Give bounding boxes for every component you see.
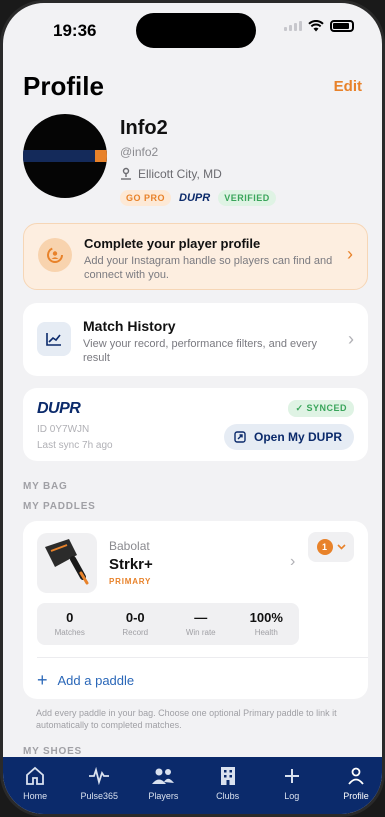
add-paddle-button[interactable]: + Add a paddle	[37, 670, 134, 691]
signal-icon	[284, 21, 302, 31]
complete-profile-title: Complete your player profile	[84, 236, 261, 251]
external-link-icon	[234, 431, 246, 443]
my-shoes-label: MY SHOES	[23, 746, 83, 757]
stat-health: 100% Health	[249, 610, 283, 637]
wifi-icon	[308, 20, 324, 32]
open-dupr-button[interactable]: Open My DUPR	[223, 424, 354, 450]
dupr-id: ID 0Y7WJN	[37, 424, 90, 435]
stat-record: 0-0 Record	[122, 610, 149, 637]
dupr-logo: DUPR	[37, 400, 81, 417]
chevron-right-icon: ›	[347, 244, 353, 264]
paddle-stats: 0 Matches 0-0 Record — Win rate 100% Hea…	[37, 603, 299, 645]
profile-location: Ellicott City, MD	[120, 167, 222, 181]
dupr-badge: DUPR	[179, 192, 211, 204]
chevron-down-icon	[336, 544, 346, 550]
open-dupr-label: Open My DUPR	[253, 430, 342, 444]
my-paddles-label: MY PADDLES	[23, 501, 96, 512]
building-icon	[216, 765, 240, 787]
profile-badges: GO PRO DUPR VERIFIED	[120, 190, 276, 206]
tab-players[interactable]: Players	[131, 757, 195, 814]
paddle-primary-tag: PRIMARY	[109, 577, 152, 586]
avatar[interactable]	[23, 114, 107, 198]
page-title: Profile	[23, 71, 104, 101]
person-icon	[344, 765, 368, 787]
home-icon	[23, 765, 47, 787]
divider	[37, 657, 368, 658]
add-paddle-label: Add a paddle	[57, 673, 135, 688]
status-bar: 19:36	[3, 3, 382, 55]
paddle-image[interactable]	[37, 533, 97, 593]
paddle-brand: Babolat	[109, 539, 150, 553]
players-icon	[151, 765, 175, 787]
profile-name: Info2	[120, 117, 168, 139]
paddle-count-badge: 1	[316, 539, 333, 555]
chevron-right-icon: ›	[348, 329, 354, 349]
dupr-card: DUPR ID 0Y7WJN Last sync 7h ago ✓ SYNCED…	[23, 388, 368, 461]
plus-icon	[280, 765, 304, 787]
verified-badge: VERIFIED	[218, 190, 276, 206]
match-history-card[interactable]: Match History View your record, performa…	[23, 303, 368, 376]
profile-handle: @info2	[120, 145, 159, 159]
chevron-right-icon[interactable]: ›	[290, 553, 295, 571]
status-time: 19:36	[53, 21, 97, 40]
dynamic-island	[136, 13, 256, 48]
location-text: Ellicott City, MD	[138, 167, 222, 181]
paddle-name: Strkr+	[109, 556, 153, 573]
paddle-card: Babolat Strkr+ PRIMARY › 1 0 Matches 0-0…	[23, 521, 368, 699]
pulse-icon	[87, 765, 111, 787]
synced-badge: ✓ SYNCED	[288, 400, 354, 417]
match-history-title: Match History	[83, 318, 176, 334]
location-pin-icon	[121, 167, 131, 180]
tab-clubs[interactable]: Clubs	[196, 757, 260, 814]
tab-bar: Home Pulse365 Players Clubs Log Profile	[3, 757, 382, 814]
complete-profile-description: Add your Instagram handle so players can…	[84, 255, 333, 281]
edit-button[interactable]: Edit	[334, 78, 362, 95]
dupr-last-sync: Last sync 7h ago	[37, 440, 113, 451]
gopro-badge[interactable]: GO PRO	[120, 190, 172, 206]
complete-profile-card[interactable]: Complete your player profile Add your In…	[23, 223, 368, 290]
stat-win-rate: — Win rate	[185, 610, 216, 637]
phone-screen: 19:36 Profile Edit Info2 @info2 Ellicott…	[0, 0, 385, 817]
tab-profile[interactable]: Profile	[324, 757, 382, 814]
paddle-helper-text: Add every paddle in your bag. Choose one…	[36, 708, 337, 730]
match-history-description: View your record, performance filters, a…	[83, 338, 317, 364]
stat-matches: 0 Matches	[54, 610, 85, 637]
profile-progress-icon	[38, 238, 72, 272]
battery-icon	[330, 20, 354, 32]
tab-log[interactable]: Log	[260, 757, 324, 814]
my-bag-label: MY BAG	[23, 481, 68, 492]
plus-icon: +	[37, 670, 48, 690]
tab-home[interactable]: Home	[3, 757, 67, 814]
paddle-count-dropdown[interactable]: 1	[308, 532, 354, 562]
chart-icon	[37, 322, 71, 356]
tab-pulse365[interactable]: Pulse365	[67, 757, 131, 814]
status-icons	[284, 20, 354, 32]
